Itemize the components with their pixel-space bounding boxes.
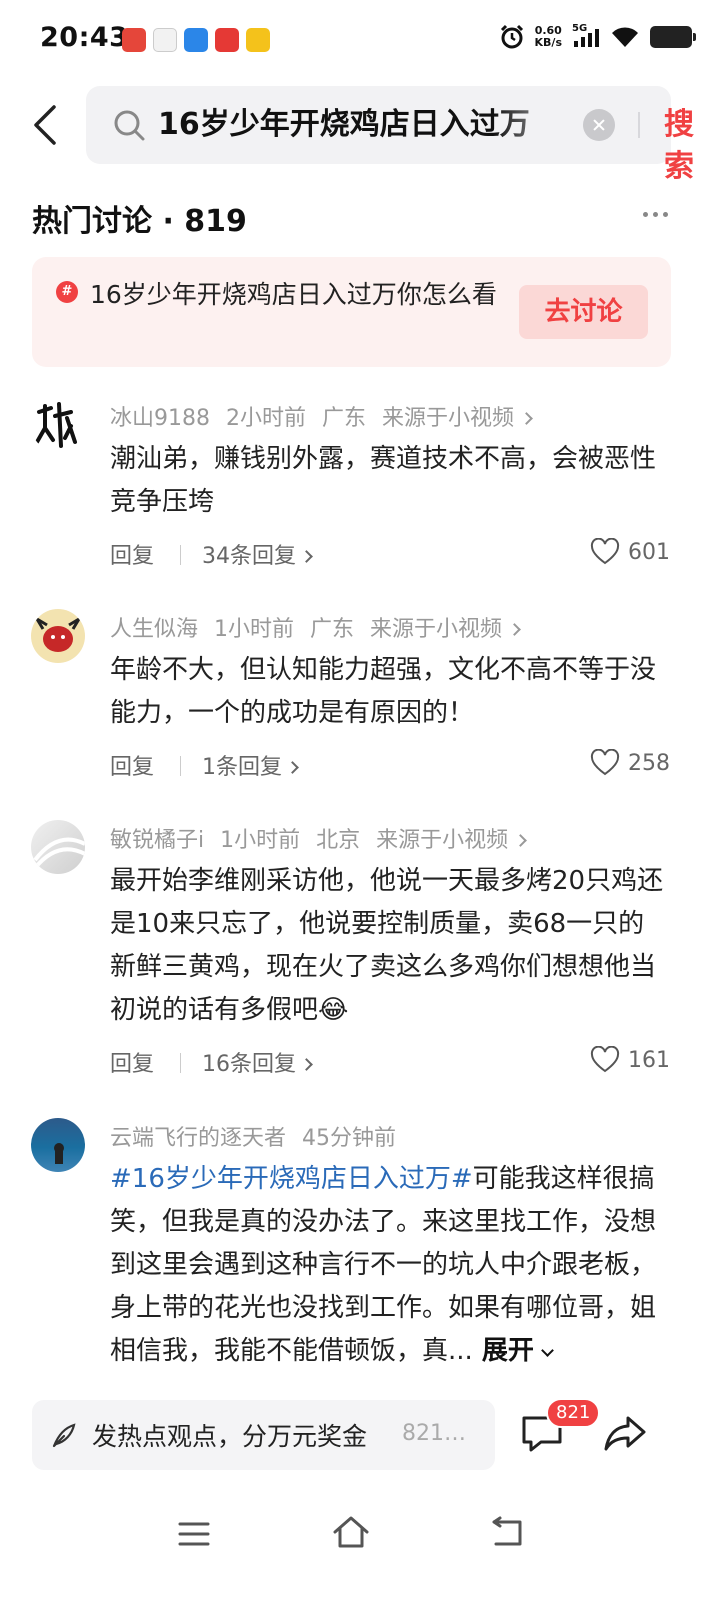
net-speed: 0.60 KB/s [534,24,562,49]
chevron-right-icon [520,412,533,425]
menu-icon[interactable] [178,1520,210,1548]
compose-count: 821… [402,1421,466,1446]
notification-app-icon [153,28,177,52]
like-button[interactable]: 161 [590,1046,670,1074]
avatar[interactable] [31,609,85,663]
heart-icon [590,1046,620,1073]
back-nav-icon[interactable] [490,1516,524,1548]
like-count: 601 [628,539,670,565]
share-icon[interactable] [602,1412,648,1454]
comment-username[interactable]: 云端飞行的逐天者 [110,1126,286,1151]
comment-source[interactable]: 来源于小视频 [370,617,502,642]
like-button[interactable]: 601 [590,538,670,566]
chevron-right-icon [286,761,299,774]
reply-button[interactable]: 回复 [110,749,154,781]
comment-time: 1小时前 [214,617,295,642]
comment-meta: 敏锐橘子i 1小时前 北京 来源于小视频 [110,822,528,854]
chevron-right-icon [300,1058,313,1071]
status-time: 20:43 [40,22,129,53]
more-icon[interactable] [643,212,668,217]
comment-time: 45分钟前 [302,1126,397,1151]
comment-time: 2小时前 [226,406,306,431]
comment-meta: 云端飞行的逐天者 45分钟前 [110,1120,412,1152]
status-indicators: 0.60 KB/s 5G [499,23,696,50]
comment-time: 1小时前 [220,828,301,853]
signal-icon: 5G [572,23,600,49]
like-button[interactable]: 258 [590,749,670,777]
battery-icon [650,26,696,48]
expand-button[interactable]: 展开 [473,1336,554,1366]
comment-source[interactable]: 来源于小视频 [376,828,508,853]
go-discuss-button[interactable]: 去讨论 [519,285,648,339]
topic-text: 16岁少年开烧鸡店日入过万你怎么看 [90,280,497,309]
comment-actions: 回复 34条回复 601 [110,538,670,572]
heart-icon [590,749,620,776]
comment-text: 年龄不大，但认知能力超强，文化不高不等于没能力，一个的成功是有原因的！ [110,655,657,728]
chevron-right-icon [508,623,521,636]
comment-actions: 回复 1条回复 258 [110,749,670,783]
comment-text: 最开始李维刚采访他，他说一天最多烤20只鸡还是10来只忘了，他说要控制质量，卖6… [110,866,664,1025]
compose-input[interactable]: 发热点观点，分万元奖金 821… [32,1400,495,1470]
pen-icon [52,1423,76,1448]
section-title: 热门讨论 · 819 [32,204,247,239]
like-count: 258 [628,750,670,776]
alarm-icon [500,24,523,49]
comment-location: 北京 [316,828,361,853]
comment-meta: 冰山9188 2小时前 广东 来源于小视频 [110,400,533,432]
notification-app-icon [246,28,270,52]
chevron-right-icon [300,550,313,563]
wifi-icon [612,27,638,47]
comment-location: 广东 [310,617,355,642]
notification-app-icon [215,28,239,52]
notification-app-icon [184,28,208,52]
action-divider [180,545,181,565]
comment-count-badge: 821 [546,1398,601,1428]
like-count: 161 [628,1047,670,1073]
chevron-down-icon [541,1344,554,1357]
comment-text: 潮汕弟，赚钱别外露，赛道技术不高，会被恶性竞争压垮 [110,444,657,517]
clear-icon[interactable] [583,109,615,141]
reply-button[interactable]: 回复 [110,1046,154,1078]
comment-text: #16岁少年开烧鸡店日入过万#可能我这样很搞笑，但我是真的没办法了。来这里找工作… [110,1164,657,1366]
reply-button[interactable]: 回复 [110,538,154,570]
search-box[interactable]: 16岁少年开烧鸡店日入过万 搜索 [86,86,694,184]
notification-icons [122,28,270,52]
back-button[interactable] [28,103,68,147]
compose-label: 发热点观点，分万元奖金 [92,1422,368,1451]
search-input[interactable]: 16岁少年开烧鸡店日入过万 [158,104,588,146]
reply-count-link[interactable]: 1条回复 [202,749,299,781]
comment-source[interactable]: 来源于小视频 [382,406,514,431]
hashtag-link[interactable]: #16岁少年开烧鸡店日入过万# [110,1164,473,1194]
comment-location: 广东 [322,406,367,431]
comment-username[interactable]: 冰山9188 [110,406,210,431]
topic-card[interactable]: # 16岁少年开烧鸡店日入过万你怎么看 去讨论 [32,257,671,367]
reply-count-link[interactable]: 34条回复 [202,538,313,570]
comment-username[interactable]: 人生似海 [110,617,198,642]
heart-icon [590,538,620,565]
chevron-right-icon [514,834,528,847]
avatar[interactable] [31,1118,85,1172]
search-button[interactable]: 搜索 [664,104,694,188]
action-divider [180,1053,181,1073]
notification-app-icon [122,28,146,52]
avatar[interactable] [31,398,85,452]
comment-username[interactable]: 敏锐橘子i [110,828,204,853]
avatar[interactable] [31,820,85,874]
comment-meta: 人生似海 1小时前 广东 来源于小视频 [110,611,521,643]
status-bar: 20:43 0.60 KB/s 5G [0,0,720,84]
search-divider [638,112,640,138]
home-icon[interactable] [332,1514,370,1550]
reply-count-link[interactable]: 16条回复 [202,1046,313,1078]
search-icon [114,110,145,141]
comment-actions: 回复 16条回复 161 [110,1046,670,1080]
system-nav-bar [0,1500,720,1608]
action-divider [180,756,181,776]
